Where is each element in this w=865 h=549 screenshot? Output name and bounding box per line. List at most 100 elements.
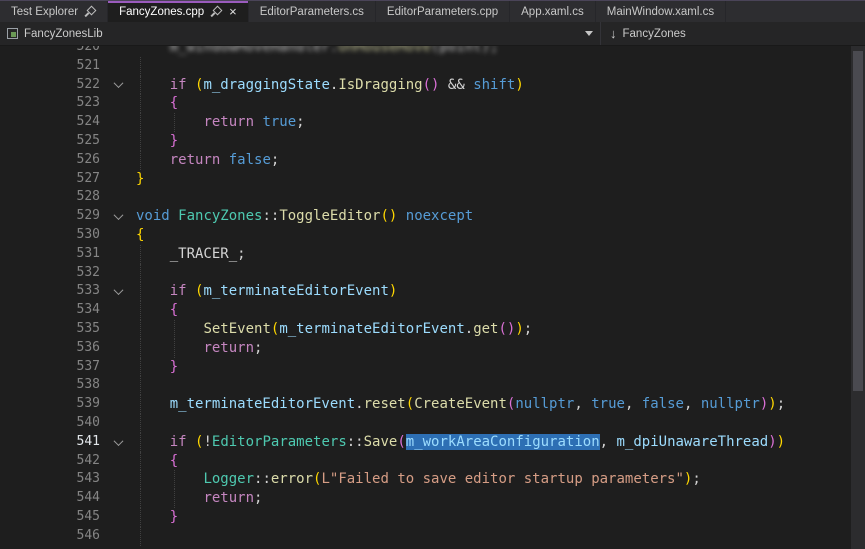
code-token: OnMouseMove (338, 46, 431, 55)
code-token: , (684, 396, 701, 412)
code-line[interactable]: { (136, 94, 851, 113)
line-number[interactable]: 542 (0, 452, 100, 471)
code-line-row: 541 if (!EditorParameters::Save(m_workAr… (0, 433, 851, 452)
code-line[interactable]: if (!EditorParameters::Save(m_workAreaCo… (136, 433, 851, 452)
member-dropdown[interactable]: ↓ FancyZones (600, 22, 865, 45)
line-number[interactable]: 539 (0, 395, 100, 414)
tab-fancyzones-cpp[interactable]: FancyZones.cpp× (108, 1, 249, 22)
code-line[interactable] (136, 414, 851, 433)
line-number[interactable]: 537 (0, 358, 100, 377)
indent-guide (140, 339, 141, 358)
line-number[interactable]: 524 (0, 113, 100, 132)
tab-editorparameters-cs[interactable]: EditorParameters.cs (249, 1, 376, 22)
code-token: ( (406, 396, 414, 412)
code-line[interactable]: { (136, 226, 851, 245)
code-line[interactable]: return false; (136, 151, 851, 170)
line-number[interactable]: 523 (0, 94, 100, 113)
line-number[interactable]: 529 (0, 207, 100, 226)
code-line[interactable]: { (136, 301, 851, 320)
line-number[interactable]: 532 (0, 264, 100, 283)
fold-chevron-icon[interactable] (113, 436, 123, 446)
code-line[interactable]: m_windowMoveHandler.OnMouseMove(point); (136, 46, 851, 57)
code-token: return (203, 490, 254, 506)
code-line[interactable]: } (136, 508, 851, 527)
code-token: void (136, 208, 170, 224)
member-kind-icon: ↓ (610, 27, 617, 40)
code-line[interactable] (136, 527, 851, 546)
tab-label: App.xaml.cs (521, 6, 584, 18)
fold-margin (100, 46, 136, 57)
project-dropdown[interactable]: FancyZonesLib (0, 22, 600, 45)
fold-chevron-icon[interactable] (113, 285, 123, 295)
code-line-row: 521 (0, 57, 851, 76)
code-line[interactable]: return; (136, 489, 851, 508)
tab-test-explorer[interactable]: Test Explorer (0, 1, 108, 22)
code-token: return (203, 114, 254, 130)
code-token: true (262, 114, 296, 130)
fold-chevron-icon[interactable] (113, 210, 123, 220)
code-line[interactable]: m_terminateEditorEvent.reset(CreateEvent… (136, 395, 851, 414)
code-line[interactable]: } (136, 170, 851, 189)
code-line[interactable]: SetEvent(m_terminateEditorEvent.get()); (136, 320, 851, 339)
fold-margin (100, 207, 136, 226)
line-number[interactable]: 533 (0, 282, 100, 301)
code-token: m_terminateEditorEvent (203, 283, 388, 299)
line-number[interactable]: 531 (0, 245, 100, 264)
line-number[interactable]: 521 (0, 57, 100, 76)
line-number[interactable]: 543 (0, 470, 100, 489)
code-token: return (203, 340, 254, 356)
line-number[interactable]: 528 (0, 188, 100, 207)
code-line[interactable] (136, 264, 851, 283)
code-token: false (642, 396, 684, 412)
code-editor[interactable]: 520 m_windowMoveHandler.OnMouseMove(poin… (0, 46, 851, 549)
line-number[interactable]: 538 (0, 376, 100, 395)
code-line[interactable] (136, 57, 851, 76)
line-number[interactable]: 536 (0, 339, 100, 358)
chevron-down-icon[interactable] (585, 31, 593, 36)
line-number[interactable]: 545 (0, 508, 100, 527)
close-icon[interactable]: × (229, 5, 237, 18)
pin-icon[interactable] (211, 6, 222, 17)
code-token: return (170, 152, 221, 168)
code-line[interactable]: return true; (136, 113, 851, 132)
code-line[interactable]: } (136, 358, 851, 377)
code-line[interactable]: if (m_draggingState.IsDragging() && shif… (136, 76, 851, 95)
pin-icon[interactable] (85, 6, 96, 17)
line-number[interactable]: 546 (0, 527, 100, 546)
fold-margin (100, 320, 136, 339)
vertical-scrollbar[interactable] (851, 46, 865, 549)
line-number[interactable]: 522 (0, 76, 100, 95)
line-number[interactable]: 526 (0, 151, 100, 170)
fold-margin (100, 301, 136, 320)
line-number[interactable]: 544 (0, 489, 100, 508)
code-line[interactable]: } (136, 132, 851, 151)
code-line[interactable]: { (136, 452, 851, 471)
line-number[interactable]: 541 (0, 433, 100, 452)
code-line[interactable]: return; (136, 339, 851, 358)
code-line-row: 523 { (0, 94, 851, 113)
code-line[interactable]: Logger::error(L"Failed to save editor st… (136, 470, 851, 489)
line-number[interactable]: 525 (0, 132, 100, 151)
code-line[interactable]: void FancyZones::ToggleEditor() noexcept (136, 207, 851, 226)
tab-mainwindow-xaml-cs[interactable]: MainWindow.xaml.cs (596, 1, 726, 22)
code-line[interactable] (136, 188, 851, 207)
line-number[interactable]: 534 (0, 301, 100, 320)
line-number[interactable]: 530 (0, 226, 100, 245)
selected-text: m_workAreaConfiguration (406, 434, 600, 450)
code-token: } (170, 509, 178, 525)
tab-editorparameters-cpp[interactable]: EditorParameters.cpp (376, 1, 510, 22)
fold-chevron-icon[interactable] (113, 79, 123, 89)
code-line[interactable] (136, 376, 851, 395)
code-line[interactable]: if (m_terminateEditorEvent) (136, 282, 851, 301)
line-number[interactable]: 527 (0, 170, 100, 189)
line-number[interactable]: 540 (0, 414, 100, 433)
line-number[interactable]: 535 (0, 320, 100, 339)
code-line[interactable]: _TRACER_; (136, 245, 851, 264)
code-token: m_terminateEditorEvent (170, 396, 355, 412)
code-token (187, 283, 195, 299)
scrollbar-thumb[interactable] (853, 51, 863, 391)
tab-app-xaml-cs[interactable]: App.xaml.cs (510, 1, 596, 22)
code-token (136, 302, 170, 318)
code-token (136, 509, 170, 525)
line-number[interactable]: 520 (0, 46, 100, 57)
